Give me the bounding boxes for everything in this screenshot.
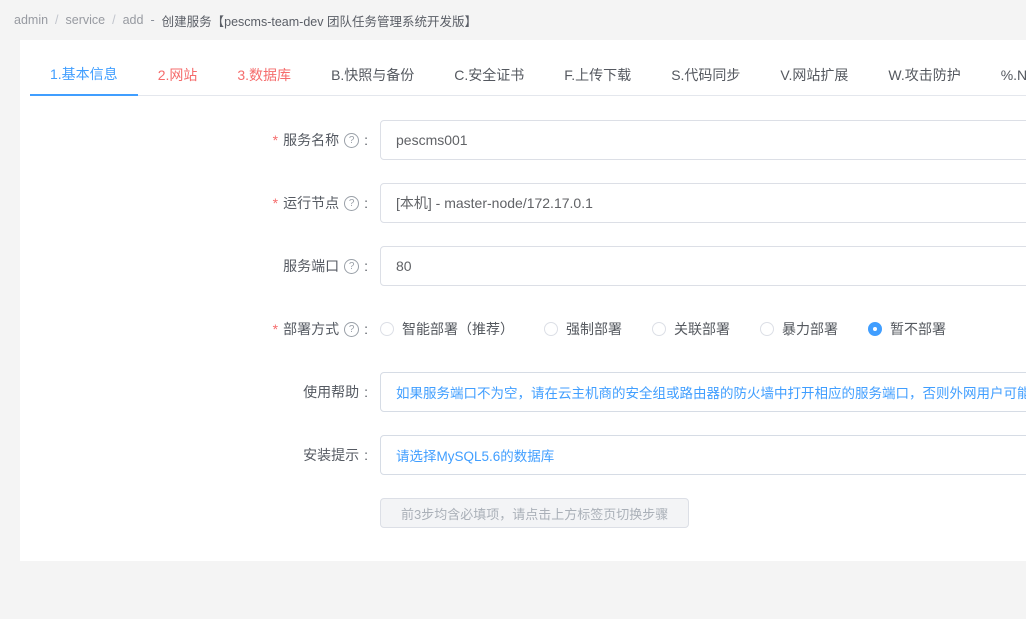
form-item-service-name: * 服务名称 ? : <box>20 120 1026 160</box>
help-icon[interactable]: ? <box>344 258 360 274</box>
tab-attack-protection[interactable]: W.攻击防护 <box>868 56 980 95</box>
label-text: 使用帮助 <box>303 384 360 400</box>
tab-snapshot-backup[interactable]: B.快照与备份 <box>311 56 434 95</box>
help-icon[interactable]: ? <box>344 132 360 148</box>
label-colon: : <box>364 195 368 211</box>
radio-no-deploy[interactable]: 暂不部署 <box>868 319 946 339</box>
usage-help-label: 使用帮助 : <box>20 382 380 402</box>
radio-force-deploy[interactable]: 强制部署 <box>544 319 622 339</box>
help-icon[interactable]: ? <box>344 195 360 211</box>
tab-code-sync[interactable]: S.代码同步 <box>651 56 760 95</box>
label-colon: : <box>364 384 368 400</box>
create-service-form: * 服务名称 ? : * 运行节点 ? : 服务端口 <box>20 120 1026 528</box>
required-mark: * <box>272 132 279 148</box>
run-node-select[interactable] <box>380 183 1026 223</box>
help-icon[interactable]: ? <box>344 321 360 337</box>
service-name-label: * 服务名称 ? : <box>20 130 380 150</box>
tab-website[interactable]: 2.网站 <box>138 56 218 95</box>
install-tip-label: 安装提示 : <box>20 445 380 465</box>
switch-step-disabled-button[interactable]: 前3步均含必填项，请点击上方标签页切换步骤 <box>380 498 690 528</box>
breadcrumb-separator: / <box>55 13 59 27</box>
deploy-method-radio-group: 智能部署（推荐） 强制部署 关联部署 暴力部署 暂不部署 <box>380 319 1026 339</box>
required-mark: * <box>272 321 279 337</box>
breadcrumb-item-add[interactable]: add <box>123 13 144 27</box>
label-colon: : <box>364 447 368 463</box>
radio-brute-deploy[interactable]: 暴力部署 <box>760 319 838 339</box>
page-title: 创建服务【pescms-team-dev 团队任务管理系统开发版】 <box>161 14 477 29</box>
form-item-deploy-method: * 部署方式 ? : 智能部署（推荐） 强制部署 关联部署 暴力部署 暂不部署 <box>20 309 1026 349</box>
tab-upload-download[interactable]: F.上传下载 <box>544 56 651 95</box>
breadcrumb-separator: / <box>112 13 116 27</box>
breadcrumb-dash: - <box>150 13 155 27</box>
service-port-input[interactable] <box>380 246 1026 286</box>
breadcrumb: admin / service / add - 创建服务【pescms-team… <box>0 0 1026 40</box>
form-item-service-port: 服务端口 ? : <box>20 246 1026 286</box>
label-colon: : <box>364 258 368 274</box>
tab-database[interactable]: 3.数据库 <box>217 56 311 95</box>
run-node-label: * 运行节点 ? : <box>20 193 380 213</box>
service-port-label: 服务端口 ? : <box>20 256 380 276</box>
step-tabs: 1.基本信息 2.网站 3.数据库 B.快照与备份 C.安全证书 F.上传下载 … <box>30 56 1026 96</box>
label-text: 安装提示 <box>303 447 360 463</box>
label-colon: : <box>364 321 368 337</box>
content-card: 1.基本信息 2.网站 3.数据库 B.快照与备份 C.安全证书 F.上传下载 … <box>20 40 1026 561</box>
radio-icon <box>544 322 558 336</box>
usage-help-text: 如果服务端口不为空，请在云主机商的安全组或路由器的防火墙中打开相应的服务端口，否… <box>380 372 1026 412</box>
form-footer: 前3步均含必填项，请点击上方标签页切换步骤 <box>20 498 1026 528</box>
label-colon: : <box>364 132 368 148</box>
required-mark: * <box>272 195 279 211</box>
radio-icon <box>760 322 774 336</box>
label-text: 服务名称 <box>283 132 340 148</box>
form-item-install-tip: 安装提示 : 请选择MySQL5.6的数据库 <box>20 435 1026 475</box>
service-name-input[interactable] <box>380 120 1026 160</box>
tab-site-extension[interactable]: V.网站扩展 <box>760 56 868 95</box>
form-item-usage-help: 使用帮助 : 如果服务端口不为空，请在云主机商的安全组或路由器的防火墙中打开相应… <box>20 372 1026 412</box>
breadcrumb-item-service[interactable]: service <box>66 13 106 27</box>
breadcrumb-item-admin[interactable]: admin <box>14 13 48 27</box>
label-text: 部署方式 <box>283 321 340 337</box>
tab-basic-info[interactable]: 1.基本信息 <box>30 55 138 96</box>
deploy-method-label: * 部署方式 ? : <box>20 319 380 339</box>
radio-checked-icon <box>868 322 882 336</box>
form-item-run-node: * 运行节点 ? : <box>20 183 1026 223</box>
install-tip-text: 请选择MySQL5.6的数据库 <box>380 435 1026 475</box>
radio-icon <box>380 322 394 336</box>
radio-smart-deploy[interactable]: 智能部署（推荐） <box>380 319 514 339</box>
radio-icon <box>652 322 666 336</box>
radio-linked-deploy[interactable]: 关联部署 <box>652 319 730 339</box>
tab-ssl-cert[interactable]: C.安全证书 <box>434 56 544 95</box>
label-text: 服务端口 <box>283 258 340 274</box>
tab-nginx-settings[interactable]: %.Nginx设置 <box>981 56 1026 95</box>
label-text: 运行节点 <box>283 195 340 211</box>
